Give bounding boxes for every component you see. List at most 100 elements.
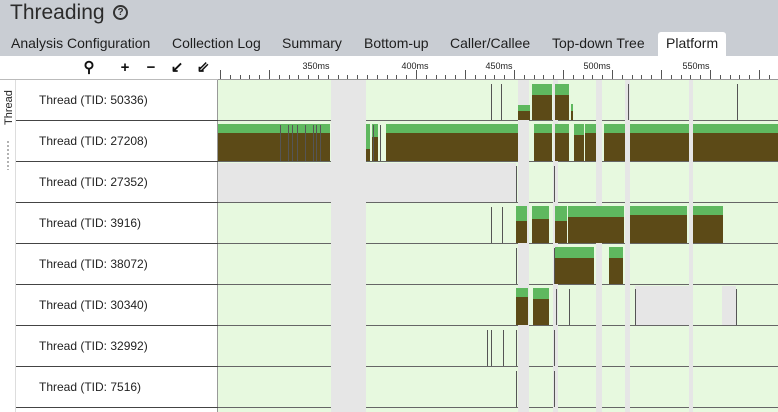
ruler-tick	[377, 75, 378, 79]
ruler-tick	[357, 75, 358, 79]
thread-row-label[interactable]: Thread (TID: 27208)	[16, 121, 218, 162]
ruler-tick	[240, 75, 241, 79]
wait-marker	[502, 207, 503, 243]
ruler-tick	[641, 75, 642, 79]
cpu-segment	[555, 95, 569, 120]
zoom-back-icon[interactable]: ↙	[168, 59, 186, 77]
tab-analysis-configuration[interactable]: Analysis Configuration	[11, 32, 150, 56]
cpu-segment	[532, 95, 552, 120]
ruler-tick	[739, 75, 740, 79]
ruler-label: 450ms	[485, 61, 513, 71]
ruler-tick	[769, 75, 770, 79]
ruler-tick	[759, 70, 760, 79]
wait-marker	[737, 84, 738, 120]
wait-marker	[292, 125, 293, 161]
wait-marker	[288, 125, 289, 161]
thread-row-label[interactable]: Thread (TID: 3916)	[16, 203, 218, 244]
wait-marker	[491, 207, 492, 243]
cpu-segment	[533, 299, 549, 325]
thread-row-label[interactable]: Thread (TID: 50336)	[16, 80, 218, 121]
wait-marker	[313, 125, 314, 161]
zoom-reset-icon[interactable]: ⇙	[194, 59, 212, 77]
thread-row-label[interactable]: Thread (TID: 38072)	[16, 244, 218, 285]
ruler-tick	[583, 75, 584, 79]
ruler-tick	[622, 75, 623, 79]
ruler-label: 500ms	[583, 61, 611, 71]
zoom-in-icon[interactable]: +	[116, 59, 134, 77]
ruler-label: 350ms	[302, 61, 330, 71]
ruler-tick	[494, 75, 495, 79]
thread-row-label[interactable]: Thread (TID: 32992)	[16, 326, 218, 367]
timeline-row	[218, 367, 778, 408]
wait-marker	[516, 166, 517, 202]
ruler-tick	[504, 75, 505, 79]
time-ruler[interactable]: 350ms 400ms 450ms 500ms 550ms	[218, 56, 778, 80]
tab-top-down-tree[interactable]: Top-down Tree	[552, 32, 645, 56]
thread-row-label[interactable]: Thread (TID: 30340)	[16, 285, 218, 326]
cpu-segment	[630, 215, 687, 243]
ruler-tick	[259, 75, 260, 79]
resize-grip-icon[interactable]	[6, 140, 10, 170]
wait-marker	[491, 330, 492, 366]
ruler-tick	[710, 70, 711, 79]
wait-marker	[516, 330, 517, 366]
tab-platform[interactable]: Platform	[658, 32, 727, 56]
zoom-search-icon[interactable]: ⚲	[80, 59, 98, 77]
wait-marker	[554, 248, 555, 284]
window-header: Threading ? Analysis Configuration Colle…	[0, 0, 778, 56]
wait-marker	[503, 330, 504, 366]
wait-marker	[554, 371, 555, 407]
ruler-tick	[720, 75, 721, 79]
ruler-tick	[553, 75, 554, 79]
ruler-tick	[279, 75, 280, 79]
wait-marker	[635, 289, 636, 325]
zoom-out-icon[interactable]: −	[142, 59, 160, 77]
ruler-tick	[249, 75, 250, 79]
wait-marker	[569, 289, 570, 325]
wait-marker	[736, 289, 737, 325]
ruler-tick	[436, 75, 437, 79]
inactive-segment	[635, 286, 692, 325]
timeline-gap	[596, 80, 602, 412]
ruler-tick	[445, 75, 446, 79]
cpu-segment	[571, 111, 573, 120]
ruler-tick	[465, 70, 466, 79]
thread-row-label[interactable]: Thread (TID: 27352)	[16, 162, 218, 203]
cpu-segment	[730, 133, 778, 161]
cpu-segment	[518, 111, 530, 120]
tab-collection-log[interactable]: Collection Log	[172, 32, 261, 56]
thread-group-column: Thread	[0, 80, 16, 412]
ruler-tick	[475, 75, 476, 79]
cpu-segment	[516, 221, 527, 243]
ruler-tick	[308, 75, 309, 79]
timeline-area[interactable]	[218, 80, 778, 412]
tab-bottom-up[interactable]: Bottom-up	[364, 32, 429, 56]
cpu-segment	[555, 258, 594, 284]
wait-marker	[491, 84, 492, 120]
ruler-tick	[455, 75, 456, 79]
wait-marker	[556, 289, 557, 325]
inactive-segment	[722, 286, 736, 325]
tab-bar: Analysis Configuration Collection Log Su…	[0, 32, 778, 56]
ruler-tick	[367, 75, 368, 79]
tab-summary[interactable]: Summary	[282, 32, 342, 56]
cpu-segment	[366, 149, 370, 161]
help-icon[interactable]: ?	[113, 5, 128, 20]
timeline-row	[218, 80, 778, 121]
ruler-tick	[671, 75, 672, 79]
tab-caller-callee[interactable]: Caller/Callee	[450, 32, 530, 56]
cpu-segment	[532, 219, 549, 243]
ruler-tick	[573, 75, 574, 79]
inactive-segment	[218, 163, 516, 202]
ruler-tick	[661, 70, 662, 79]
cpu-segment	[555, 221, 567, 243]
thread-row-label[interactable]: Thread (TID: 7516)	[16, 367, 218, 408]
page-title: Threading	[10, 1, 105, 24]
thread-group-label: Thread	[3, 90, 15, 125]
ruler-tick	[592, 75, 593, 79]
wait-marker	[297, 125, 298, 161]
ruler-tick	[730, 75, 731, 79]
ruler-tick	[543, 75, 544, 79]
wait-marker	[373, 125, 374, 161]
ruler-tick	[690, 75, 691, 79]
